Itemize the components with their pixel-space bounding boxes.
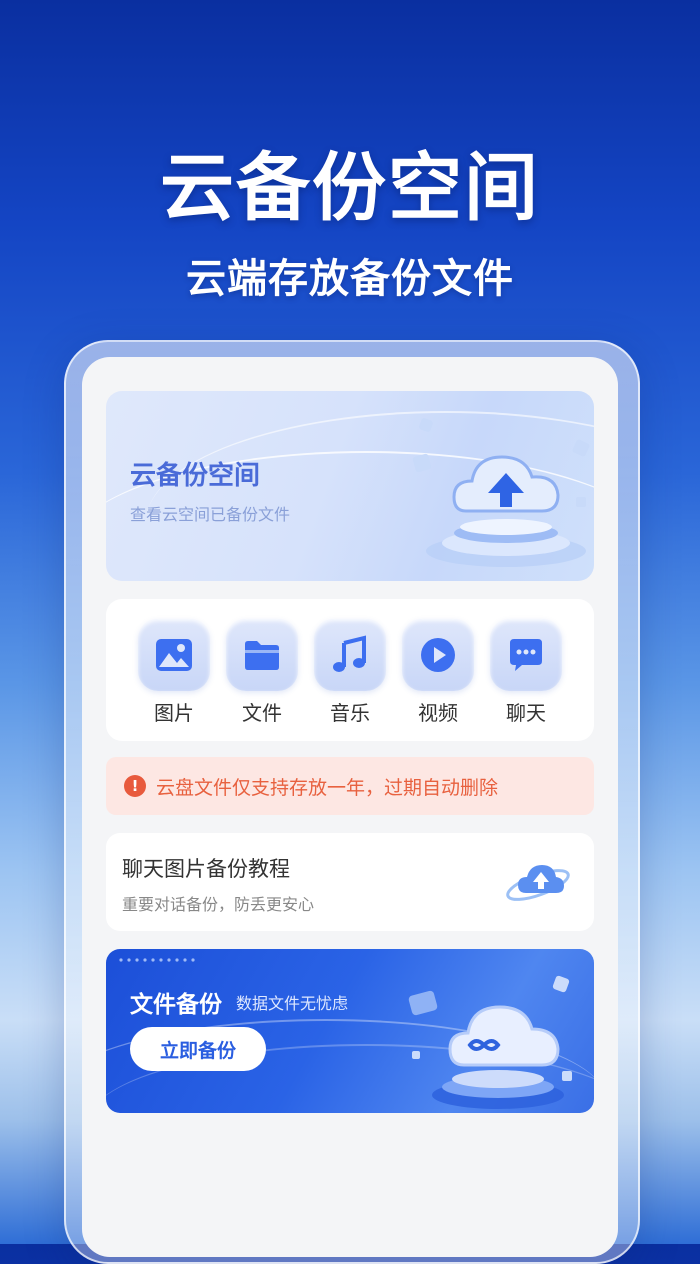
category-music[interactable]: 音乐 bbox=[312, 619, 388, 726]
dots-decoration bbox=[119, 958, 195, 962]
category-label: 视频 bbox=[418, 701, 458, 725]
retention-notice-text: 云盘文件仅支持存放一年，过期自动删除 bbox=[156, 776, 499, 799]
image-icon bbox=[156, 639, 192, 671]
category-images[interactable]: 图片 bbox=[136, 619, 212, 726]
phone-screen: 云备份空间 查看云空间已备份文件 图片 文件 音乐 视频 聊天 ! 云盘文件仅支… bbox=[82, 357, 618, 1257]
retention-notice: ! 云盘文件仅支持存放一年，过期自动删除 bbox=[106, 757, 594, 815]
file-backup-banner: 文件备份 数据文件无忧虑 立即备份 bbox=[106, 949, 594, 1113]
chat-backup-tutorial-card[interactable]: 聊天图片备份教程 重要对话备份，防丢更安心 bbox=[106, 833, 594, 931]
category-files[interactable]: 文件 bbox=[224, 619, 300, 726]
promo-title: 云备份空间 bbox=[160, 145, 540, 231]
file-backup-title: 文件备份 bbox=[130, 992, 222, 1018]
cloud-space-subtitle: 查看云空间已备份文件 bbox=[130, 505, 291, 524]
cloud-space-title: 云备份空间 bbox=[130, 461, 261, 491]
category-grid: 图片 文件 音乐 视频 聊天 bbox=[106, 599, 594, 741]
category-label: 文件 bbox=[242, 701, 282, 725]
chat-icon bbox=[510, 639, 542, 671]
category-chat[interactable]: 聊天 bbox=[488, 619, 564, 726]
exclamation-icon: ! bbox=[124, 775, 146, 797]
promo-subtitle: 云端存放备份文件 bbox=[186, 256, 514, 302]
backup-now-button[interactable]: 立即备份 bbox=[130, 1027, 266, 1071]
tutorial-title: 聊天图片备份教程 bbox=[122, 857, 290, 881]
cloud-orbit-icon bbox=[506, 865, 570, 901]
video-icon bbox=[421, 638, 455, 672]
cloud-space-card[interactable]: 云备份空间 查看云空间已备份文件 bbox=[106, 391, 594, 581]
cloud-infinity-icon bbox=[408, 975, 572, 1109]
file-backup-subtitle: 数据文件无忧虑 bbox=[236, 994, 349, 1013]
category-video[interactable]: 视频 bbox=[400, 619, 476, 726]
category-label: 图片 bbox=[154, 701, 194, 725]
category-label: 音乐 bbox=[330, 701, 370, 725]
music-icon bbox=[333, 635, 366, 672]
category-label: 聊天 bbox=[506, 701, 546, 725]
folder-icon bbox=[245, 641, 279, 670]
cloud-upload-icon bbox=[412, 418, 590, 567]
tutorial-subtitle: 重要对话备份，防丢更安心 bbox=[122, 895, 315, 914]
